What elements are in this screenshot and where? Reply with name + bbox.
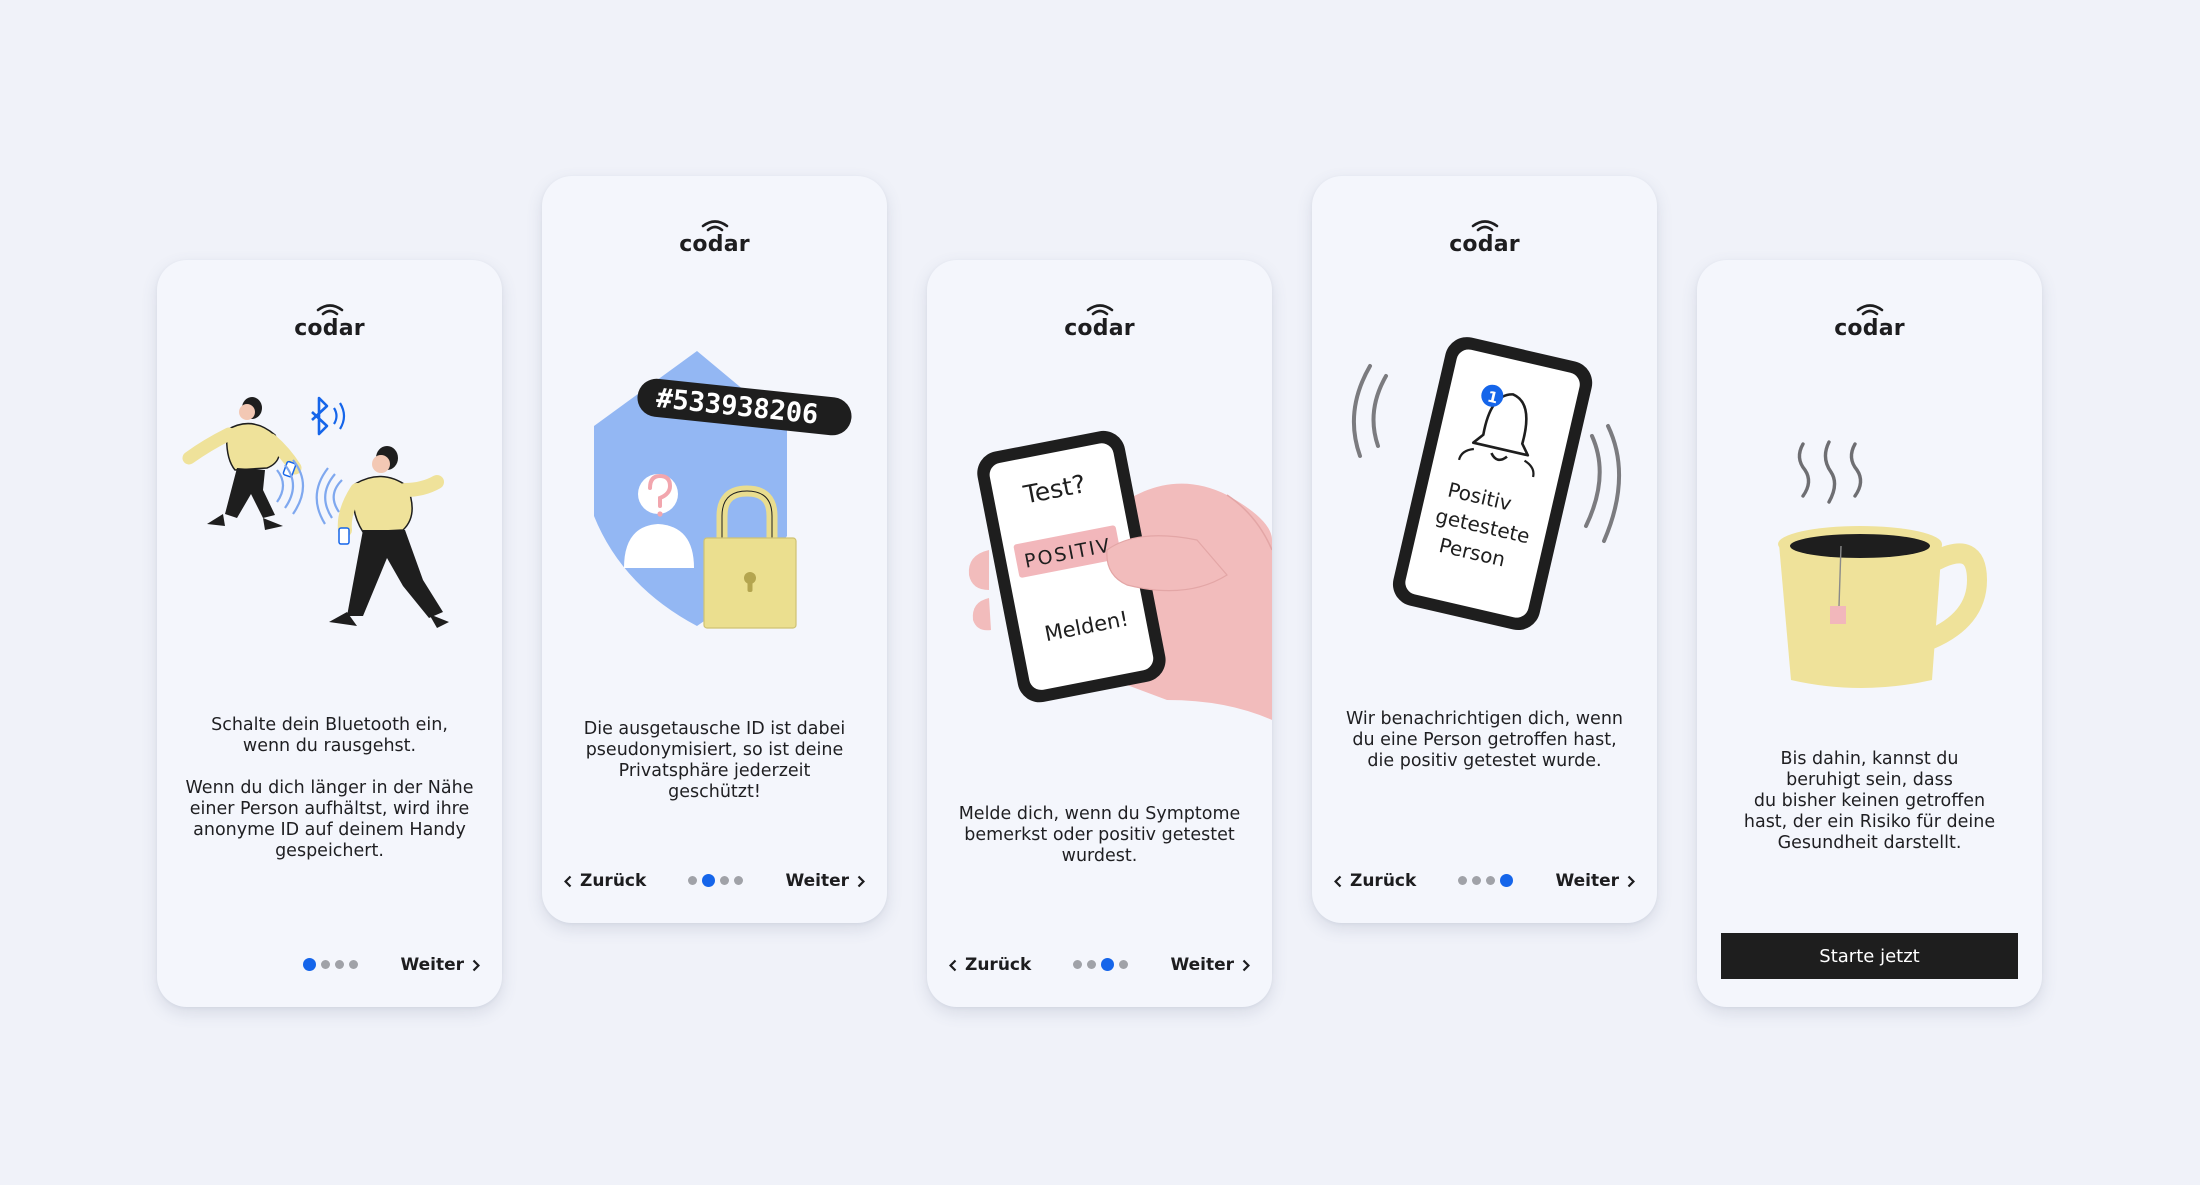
chevron-right-icon (857, 875, 865, 887)
codar-logo: codar (1312, 220, 1657, 257)
onboarding-screen-privacy: codar #533938206 Die ausgetausche ID ist… (542, 176, 887, 923)
pagination-dot-1 (1073, 960, 1082, 969)
next-label: Weiter (1170, 955, 1234, 975)
screen-description: Schalte dein Bluetooth ein, wenn du raus… (185, 715, 474, 861)
codar-logo: codar (927, 304, 1272, 341)
onboarding-screen-notification: codar 1 Positiv getestete Person Wir ben… (1312, 176, 1657, 923)
pagination-dot-2 (702, 874, 715, 887)
onboarding-screen-report: codar Test? POSITIV Melden! Melde dich, … (927, 260, 1272, 1007)
walking-people-illustration (182, 396, 449, 628)
onboarding-screen-start: codar Bis dahin, kannst du beruhigt sein… (1697, 260, 2042, 1007)
hand-phone-illustration: Test? POSITIV Melden! (968, 430, 1272, 720)
pagination-dots (1458, 874, 1513, 887)
onboarding-screen-bluetooth: codar Schalte dein Bluetooth ein, wenn d… (157, 260, 502, 1007)
pagination-dot-1 (303, 958, 316, 971)
pagination-dots (1073, 958, 1128, 971)
back-label: Zurück (1350, 871, 1417, 891)
screen-description: Melde dich, wenn du Symptome bemerkst od… (958, 804, 1241, 866)
bluetooth-icon (311, 396, 346, 436)
back-button[interactable]: Zurück (949, 955, 1031, 975)
chevron-right-icon (1627, 875, 1635, 887)
next-button[interactable]: Weiter (785, 871, 865, 891)
back-button[interactable]: Zurück (1334, 871, 1416, 891)
codar-logo: codar (157, 304, 502, 341)
logo-text: codar (1449, 232, 1520, 257)
chevron-left-icon (949, 959, 957, 971)
next-label: Weiter (785, 871, 849, 891)
logo-text: codar (679, 232, 750, 257)
tea-cup-illustration (1778, 440, 1988, 688)
pagination-dot-1 (688, 876, 697, 885)
screen-description: Wir benachrichtigen dich, wenn du eine P… (1345, 709, 1624, 771)
pagination-dot-4 (349, 960, 358, 969)
next-label: Weiter (1555, 871, 1619, 891)
next-label: Weiter (400, 955, 464, 975)
logo-text: codar (294, 316, 365, 341)
chevron-left-icon (1334, 875, 1342, 887)
next-button[interactable]: Weiter (400, 955, 480, 975)
pagination-dot-3 (1486, 876, 1495, 885)
next-button[interactable]: Weiter (1170, 955, 1250, 975)
pagination-dot-3 (1101, 958, 1114, 971)
shield-lock-illustration: #533938206 (594, 351, 852, 629)
pagination-dot-1 (1458, 876, 1467, 885)
pagination-dots (303, 958, 358, 971)
codar-logo: codar (542, 220, 887, 257)
pagination-dot-3 (720, 876, 729, 885)
pagination-dot-4 (1500, 874, 1513, 887)
chevron-left-icon (564, 875, 572, 887)
codar-logo: codar (1697, 304, 2042, 341)
logo-text: codar (1064, 316, 1135, 341)
logo-text: codar (1834, 316, 1905, 341)
pagination-dot-2 (1472, 876, 1481, 885)
pagination-dots (688, 874, 743, 887)
notification-phone-illustration: 1 Positiv getestete Person (1351, 337, 1621, 631)
chevron-right-icon (1242, 959, 1250, 971)
pagination-dot-3 (335, 960, 344, 969)
screen-description: Die ausgetausche ID ist dabei pseudonymi… (583, 719, 846, 802)
pagination-dot-2 (1087, 960, 1096, 969)
pagination-dot-4 (734, 876, 743, 885)
pagination-dot-2 (321, 960, 330, 969)
back-label: Zurück (965, 955, 1032, 975)
back-label: Zurück (580, 871, 647, 891)
start-now-button[interactable]: Starte jetzt (1721, 933, 2018, 979)
screen-description: Bis dahin, kannst du beruhigt sein, dass… (1743, 749, 1996, 853)
pagination-dot-4 (1119, 960, 1128, 969)
next-button[interactable]: Weiter (1555, 871, 1635, 891)
back-button[interactable]: Zurück (564, 871, 646, 891)
chevron-right-icon (472, 959, 480, 971)
